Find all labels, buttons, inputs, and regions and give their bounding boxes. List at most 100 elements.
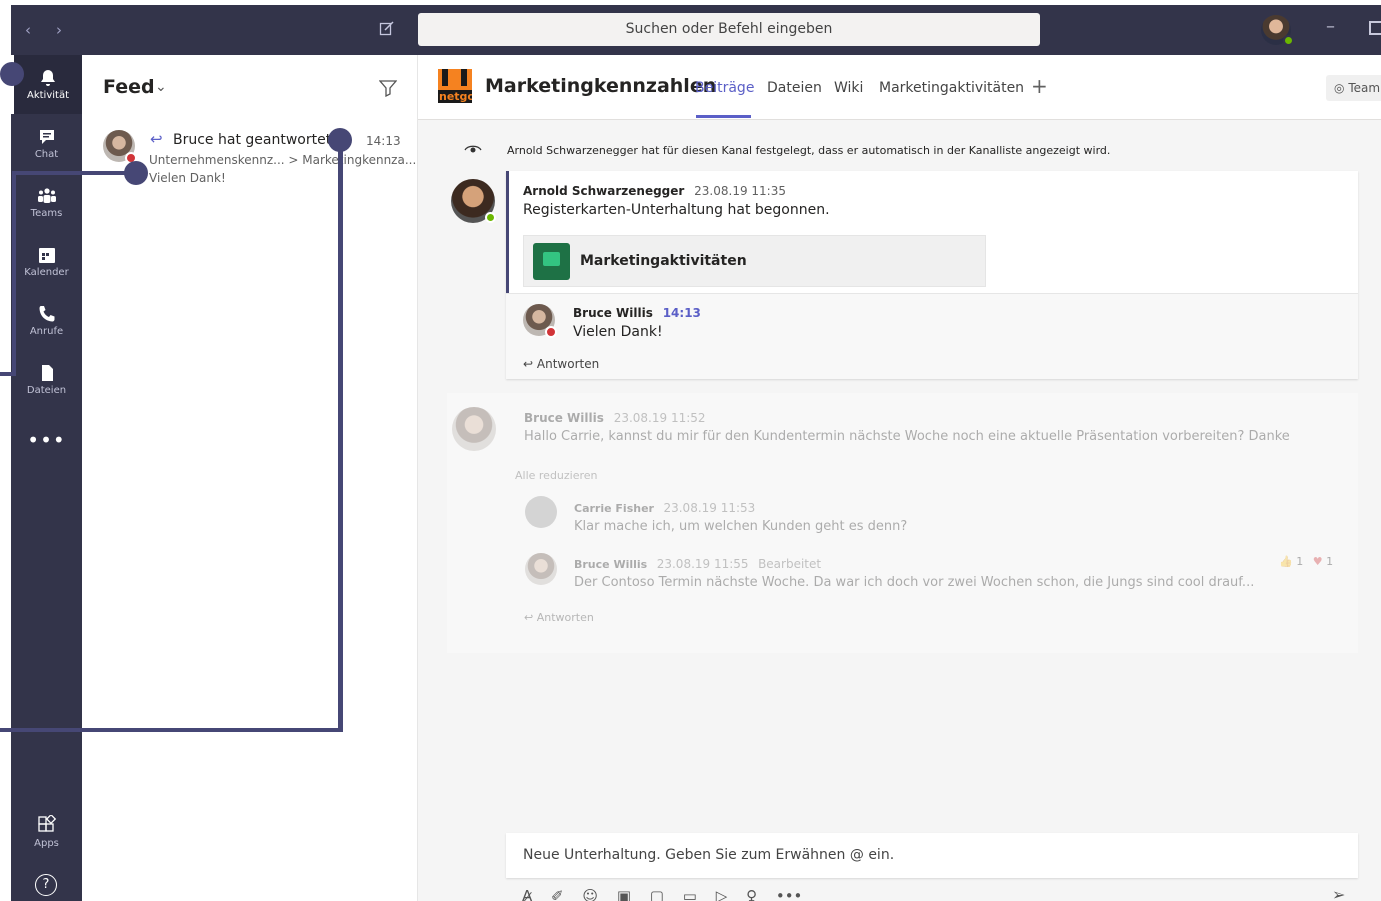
reactions[interactable]: 👍 1 ♥ 1: [1279, 555, 1333, 568]
team-button-label: Team: [1348, 81, 1381, 95]
forward-icon[interactable]: ›: [56, 21, 62, 39]
teams-icon: [37, 187, 56, 203]
minimize-icon[interactable]: –: [1326, 16, 1335, 37]
reply-button[interactable]: ↩ Antworten: [524, 611, 594, 624]
reply-text: Klar mache ich, um welchen Kunden geht e…: [574, 519, 908, 534]
highlight-connector: [338, 140, 343, 732]
reply-button-label: Antworten: [536, 357, 600, 371]
apps-icon: [37, 813, 56, 832]
chevron-down-icon[interactable]: ⌄: [155, 79, 167, 95]
reply-header: Bruce Willis 14:13: [573, 306, 701, 320]
feed-item-preview: Vielen Dank!: [149, 171, 226, 185]
reply-button[interactable]: ↩ Antworten: [523, 357, 599, 371]
back-icon[interactable]: ‹: [25, 21, 31, 39]
tab-marketing-activities[interactable]: Marketingaktivitäten: [879, 80, 1024, 96]
presence-available-icon: [1283, 35, 1294, 46]
post-time: 23.08.19 11:52: [613, 411, 706, 425]
phone-icon: [39, 305, 54, 321]
rail-item-label: Chat: [34, 148, 59, 160]
channel-header: netgo Marketingkennzahlen Beiträge Datei…: [418, 55, 1381, 120]
rail-item-label: Teams: [30, 207, 63, 219]
add-tab-button[interactable]: +: [1031, 74, 1048, 98]
filter-icon[interactable]: [379, 79, 397, 97]
system-message-text: hat für diesen Kanal festgelegt, dass er…: [641, 144, 1111, 157]
send-icon[interactable]: ➢: [1332, 885, 1345, 901]
heart-count: 1: [1326, 555, 1334, 568]
file-icon: [41, 364, 53, 381]
rail-apps-label: Apps: [34, 838, 59, 849]
rail-item-files[interactable]: Dateien: [11, 350, 82, 409]
praise-icon[interactable]: ♀: [746, 887, 757, 901]
rail-item-label: Dateien: [26, 384, 67, 396]
highlight-connector: [12, 171, 16, 376]
like-icon: 👍: [1279, 555, 1293, 568]
more-apps-icon[interactable]: •••: [11, 428, 82, 452]
team-button[interactable]: ◎ Team: [1326, 75, 1381, 101]
system-message: Arnold Schwarzenegger hat für diesen Kan…: [507, 144, 1110, 157]
gif-icon[interactable]: ▣: [617, 887, 631, 901]
like-count: 1: [1296, 555, 1304, 568]
app-rail: Aktivität Chat Teams Kalender Anrufe Dat…: [11, 55, 82, 901]
team-logo-text: netgo: [439, 90, 472, 103]
rail-item-activity[interactable]: Aktivität: [11, 55, 82, 114]
attach-icon[interactable]: ✐: [551, 887, 564, 901]
chat-icon: [39, 129, 54, 144]
tab-files[interactable]: Dateien: [767, 80, 822, 96]
heart-icon: ♥: [1312, 555, 1323, 568]
compose-icon[interactable]: [379, 20, 395, 36]
highlight-marker: [0, 62, 24, 86]
composer-input[interactable]: Neue Unterhaltung. Geben Sie zum Erwähne…: [523, 847, 894, 863]
reply-header: Bruce Willis 23.08.19 11:55 Bearbeitet: [574, 557, 821, 571]
tab-posts[interactable]: Beiträge: [695, 80, 754, 96]
team-logo: netgo: [438, 69, 472, 103]
sticker-icon[interactable]: ▢: [650, 887, 664, 901]
rail-item-label: Aktivität: [27, 89, 69, 101]
reply-icon: ↩: [524, 611, 534, 624]
calendar-icon: [38, 247, 55, 263]
eye-icon: [464, 145, 482, 153]
more-options-icon[interactable]: •••: [776, 887, 803, 901]
eye-icon: ◎: [1334, 81, 1345, 95]
post-time: 23.08.19 11:35: [694, 184, 786, 198]
highlight-marker: [124, 161, 148, 185]
highlight-marker: [328, 128, 352, 152]
rail-item-chat[interactable]: Chat: [11, 114, 82, 173]
collapse-all-button[interactable]: Alle reduzieren: [515, 469, 598, 482]
reply-section: Bruce Willis 14:13 Vielen Dank! ↩ Antwor…: [506, 293, 1358, 379]
rail-item-teams[interactable]: Teams: [11, 173, 82, 232]
post-text: Hallo Carrie, kannst du mir für den Kund…: [524, 429, 1290, 444]
composer[interactable]: Neue Unterhaltung. Geben Sie zum Erwähne…: [506, 833, 1358, 878]
rail-item-calendar[interactable]: Kalender: [11, 232, 82, 291]
reply-icon: ↩: [150, 130, 163, 148]
thread-card: Bruce Willis 23.08.19 11:52 Hallo Carrie…: [447, 393, 1358, 653]
maximize-icon[interactable]: [1369, 21, 1381, 35]
search-input[interactable]: Suchen oder Befehl eingeben: [418, 13, 1040, 46]
avatar: [525, 553, 557, 585]
reply-time: 23.08.19 11:53: [663, 501, 756, 515]
bell-icon: [41, 69, 55, 86]
rail-item-apps[interactable]: Apps: [11, 813, 82, 849]
presence-available-icon: [485, 212, 496, 223]
meet-now-icon[interactable]: ▭: [683, 887, 697, 901]
reply-author: Carrie Fisher: [574, 502, 654, 515]
format-icon[interactable]: A̷: [522, 887, 532, 901]
post-author: Arnold Schwarzenegger: [523, 184, 685, 198]
feed-title[interactable]: Feed: [103, 76, 155, 98]
emoji-icon[interactable]: ☺: [582, 887, 598, 901]
help-icon[interactable]: ?: [35, 874, 57, 896]
avatar: [452, 407, 496, 451]
reply-button-label: Antworten: [536, 611, 594, 624]
tab-wiki[interactable]: Wiki: [834, 80, 863, 96]
stream-icon[interactable]: ▷: [716, 887, 728, 901]
rail-item-label: Anrufe: [29, 325, 64, 337]
reply-author: Bruce Willis: [573, 306, 653, 320]
planner-icon: [533, 243, 570, 280]
reply-icon: ↩: [523, 357, 534, 371]
channel-main: netgo Marketingkennzahlen Beiträge Datei…: [418, 55, 1381, 901]
channel-name: Marketingkennzahlen: [485, 75, 717, 97]
rail-item-calls[interactable]: Anrufe: [11, 291, 82, 350]
reply-header: Carrie Fisher 23.08.19 11:53: [574, 501, 755, 515]
active-tab-indicator: [696, 115, 751, 118]
avatar: [525, 496, 557, 528]
tab-card[interactable]: Marketingaktivitäten: [523, 235, 986, 287]
